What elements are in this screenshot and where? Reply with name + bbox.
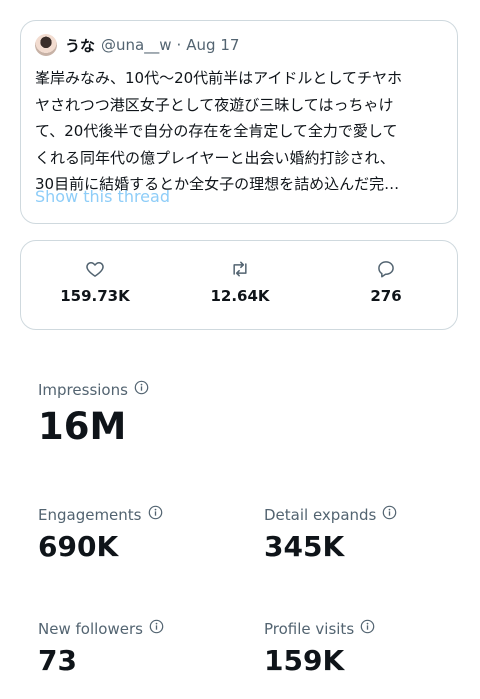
author-name[interactable]: うな [65, 35, 95, 56]
profile-visits-value: 159K [264, 644, 345, 677]
info-icon[interactable] [360, 619, 375, 638]
retweet-icon [180, 259, 300, 279]
author-handle[interactable]: @una__w [101, 36, 171, 54]
separator-dot: · [176, 36, 182, 54]
profile-visits-label-text: Profile visits [264, 619, 355, 638]
engagements-label-text: Engagements [38, 505, 142, 524]
reply-metric[interactable]: 276 [326, 259, 446, 305]
engagements-label: Engagements [38, 505, 163, 524]
reply-count: 276 [370, 287, 402, 305]
info-icon[interactable] [148, 505, 163, 524]
impressions-stat: Impressions 16M [38, 380, 149, 448]
retweet-metric[interactable]: 12.64K [180, 259, 300, 305]
profile-visits-stat: Profile visits 159K [264, 619, 375, 677]
info-icon[interactable] [149, 619, 164, 638]
impressions-label-text: Impressions [38, 380, 128, 399]
reply-icon [326, 259, 446, 279]
info-icon[interactable] [134, 380, 149, 399]
profile-visits-label: Profile visits [264, 619, 375, 638]
new-followers-label: New followers [38, 619, 164, 638]
impressions-value: 16M [38, 405, 127, 448]
new-followers-label-text: New followers [38, 619, 143, 638]
tweet-date[interactable]: Aug 17 [186, 36, 239, 54]
avatar[interactable] [35, 34, 57, 56]
detail-expands-label-text: Detail expands [264, 505, 377, 524]
engagements-stat: Engagements 690K [38, 505, 163, 563]
tweet-text: 峯岸みなみ、10代〜20代前半はアイドルとしてチヤホ ヤされつつ港区女子として夜… [35, 69, 402, 193]
retweet-count: 12.64K [210, 287, 270, 305]
info-icon[interactable] [382, 505, 397, 524]
tweet-metrics-card: 159.73K 12.64K 276 [20, 240, 458, 330]
detail-expands-label: Detail expands [264, 505, 397, 524]
new-followers-stat: New followers 73 [38, 619, 164, 677]
tweet-header: うな @una__w · Aug 17 [35, 31, 239, 59]
heart-icon [35, 259, 155, 279]
impressions-label: Impressions [38, 380, 149, 399]
detail-expands-stat: Detail expands 345K [264, 505, 397, 563]
new-followers-value: 73 [38, 644, 77, 677]
engagements-value: 690K [38, 530, 119, 563]
detail-expands-value: 345K [264, 530, 345, 563]
quoted-tweet-card[interactable]: うな @una__w · Aug 17 峯岸みなみ、10代〜20代前半はアイドル… [20, 20, 458, 224]
like-count: 159.73K [60, 287, 130, 305]
show-thread-link[interactable]: Show this thread [35, 187, 170, 206]
like-metric[interactable]: 159.73K [35, 259, 155, 305]
